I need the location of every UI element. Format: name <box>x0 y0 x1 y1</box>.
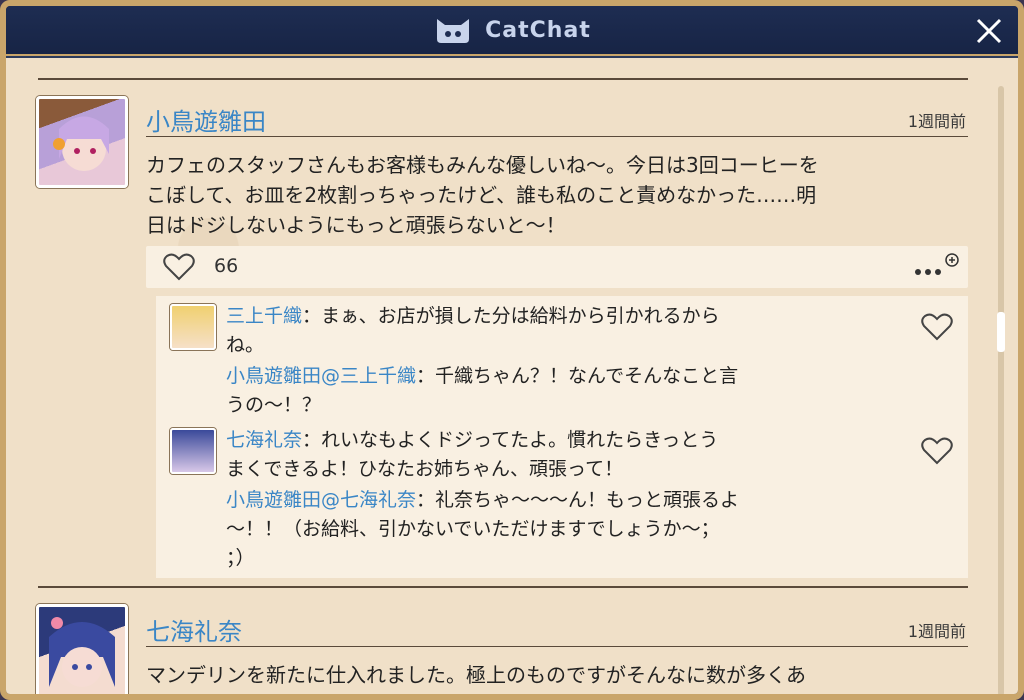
comment-text: ：まぁ、お店が損した分は給料から引かれるから <box>302 305 720 327</box>
comment-reply-author[interactable]: 小鳥遊雛田@七海礼奈 <box>226 489 416 511</box>
reply-thread: 三上千織：まぁ、お店が損した分は給料から引かれるから ね。 小鳥遊雛田@三上千織… <box>156 296 968 578</box>
post-author-name[interactable]: 七海礼奈 <box>146 612 242 647</box>
heart-icon[interactable] <box>162 252 196 282</box>
cat-logo-icon <box>437 19 470 43</box>
title-bar: CatChat <box>6 6 1018 56</box>
comment-text: ：れいなもよくドジってたよ。慣れたらきっとう <box>302 429 719 451</box>
post-line: マンデリンを新たに仕入れました。極上のものですがそんなに数が多くあ <box>146 663 806 687</box>
avatar-art <box>49 617 115 687</box>
divider <box>146 136 968 137</box>
feed-panel[interactable]: 小鳥遊雛田 1週間前 カフェのスタッフさんもお客様もみんな優しいね～。今日は3回… <box>6 58 1018 694</box>
scroll-thumb[interactable] <box>997 312 1005 352</box>
post-body: カフェのスタッフさんもお客様もみんな優しいね～。今日は3回コーヒーを こぼして、… <box>146 150 819 240</box>
divider <box>38 586 968 588</box>
comment-reply-text: ：千織ちゃん？！なんでそんなこと言 <box>416 365 739 387</box>
close-icon[interactable] <box>974 16 1004 46</box>
post-time: 1週間前 <box>907 622 966 641</box>
avatar-chiori[interactable] <box>170 304 216 350</box>
avatar-reina[interactable] <box>170 428 216 474</box>
like-count: 66 <box>214 255 239 277</box>
comment-reply-line: うの～！？ <box>226 394 322 416</box>
comment-line: ね。 <box>226 334 265 356</box>
more-icon[interactable] <box>912 252 962 282</box>
app-title: CatChat <box>485 17 591 43</box>
post-time: 1週間前 <box>907 112 966 131</box>
heart-icon[interactable] <box>920 436 954 466</box>
comment-reply-line: 小鳥遊雛田@三上千織：千織ちゃん？！なんでそんなこと言 <box>226 362 738 391</box>
reaction-bar: 66 <box>146 246 968 288</box>
comment-author[interactable]: 三上千織 <box>226 305 302 327</box>
post-author-name[interactable]: 小鳥遊雛田 <box>146 102 266 137</box>
comment-reply-line: ；） <box>226 547 255 569</box>
comment-reply-line: ～！！（お給料、引かないでいただけますでしょうか～； <box>226 518 720 540</box>
comment-line: 三上千織：まぁ、お店が損した分は給料から引かれるから <box>226 302 720 331</box>
avatar-art <box>53 116 109 171</box>
avatar-hinata[interactable] <box>36 96 128 188</box>
post-body: マンデリンを新たに仕入れました。極上のものですがそんなに数が多くあ <box>146 660 806 690</box>
comment-line: 七海礼奈：れいなもよくドジってたよ。慣れたらきっとう <box>226 426 718 455</box>
divider <box>38 78 968 80</box>
heart-icon[interactable] <box>920 312 954 342</box>
divider <box>146 646 968 647</box>
comment-reply-line: 小鳥遊雛田@七海礼奈：礼奈ちゃ～～～ん！もっと頑張るよ <box>226 486 739 515</box>
post-line: 日はドジしないようにもっと頑張らないと～！ <box>146 213 566 237</box>
comment-author[interactable]: 七海礼奈 <box>226 429 302 451</box>
catchat-window: CatChat 小鳥遊雛田 1週間前 カフェのスタッフさんもお客様もみんな優しい… <box>0 0 1024 700</box>
comment-reply-text: ：礼奈ちゃ～～～ん！もっと頑張るよ <box>416 489 740 511</box>
comment-reply-author[interactable]: 小鳥遊雛田@三上千織 <box>226 365 416 387</box>
comment-line: まくできるよ！ひなたお姉ちゃん、頑張って！ <box>226 458 624 480</box>
post-line: カフェのスタッフさんもお客様もみんな優しいね～。今日は3回コーヒーを <box>146 153 819 177</box>
avatar-reina-post[interactable] <box>36 604 128 694</box>
title-group: CatChat <box>433 15 591 45</box>
post-line: こぼして、お皿を2枚割っちゃったけど、誰も私のこと責めなかった……明 <box>146 183 817 207</box>
scrollbar[interactable] <box>997 86 1005 694</box>
